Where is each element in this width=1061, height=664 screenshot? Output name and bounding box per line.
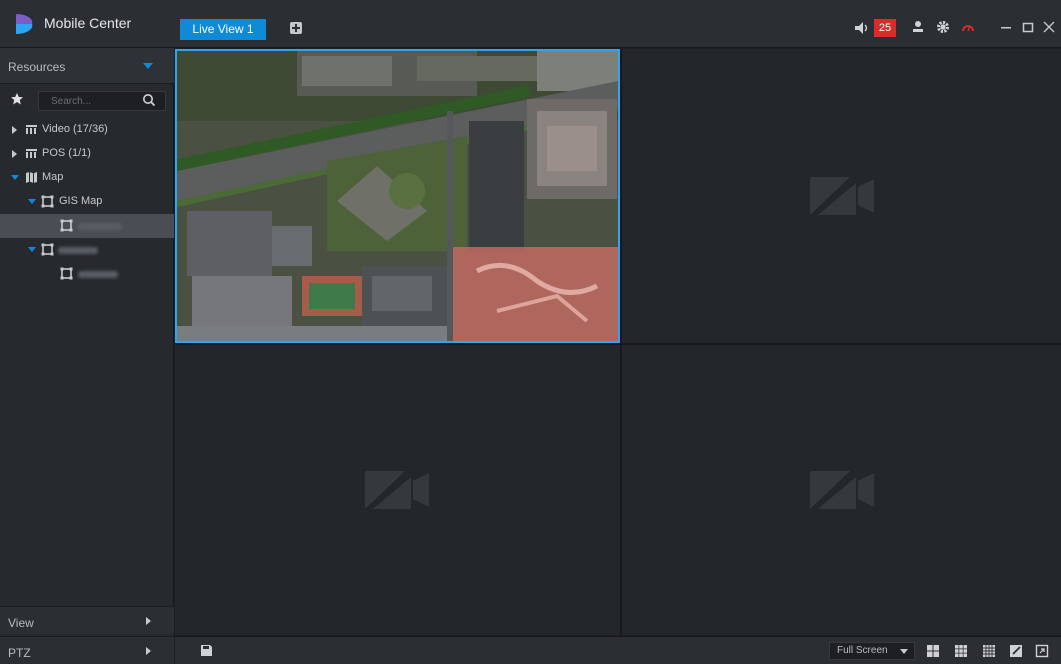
collapse-arrow-icon[interactable]	[28, 199, 36, 204]
maximize-icon[interactable]	[1022, 20, 1034, 34]
speaker-icon[interactable]	[855, 22, 871, 34]
map-node-icon	[60, 267, 73, 280]
pos-device-icon	[26, 149, 37, 158]
fullscreen-select-value: Full Screen	[837, 645, 888, 656]
redacted-label	[58, 247, 98, 254]
tree-item-label: Map	[42, 171, 64, 183]
resources-header[interactable]: Resources	[0, 48, 174, 84]
tree-item-map-child-selected[interactable]	[0, 214, 174, 238]
custom-layout-icon[interactable]	[1009, 644, 1023, 658]
alarm-count-badge[interactable]: 25	[874, 19, 896, 37]
no-video-camera-icon	[810, 177, 874, 215]
ptz-label: PTZ	[8, 646, 31, 660]
collapse-arrow-icon[interactable]	[28, 247, 36, 252]
add-tab-icon[interactable]	[290, 22, 302, 34]
resources-panel: Resources Video (17/36) POS (1/1)	[0, 48, 174, 664]
fullscreen-icon[interactable]	[1035, 644, 1049, 658]
tree-item-pos[interactable]: POS (1/1)	[0, 142, 174, 166]
layout-16-icon[interactable]	[982, 644, 996, 658]
close-icon[interactable]	[1043, 20, 1055, 34]
tree-item-video[interactable]: Video (17/36)	[0, 118, 174, 142]
layout-9-icon[interactable]	[954, 644, 968, 658]
resources-label: Resources	[8, 60, 66, 74]
map-node-icon	[41, 195, 54, 208]
map-icon	[26, 172, 37, 183]
tree-item-label: POS (1/1)	[42, 147, 91, 159]
tree-item-gis-map[interactable]: GIS Map	[0, 190, 174, 214]
tree-item-map[interactable]: Map	[0, 166, 174, 190]
ptz-section[interactable]: PTZ	[0, 636, 174, 664]
tab-live-view-1[interactable]: Live View 1	[180, 19, 266, 40]
collapse-arrow-icon[interactable]	[11, 175, 19, 180]
tree-item-label: GIS Map	[59, 195, 103, 207]
redacted-label	[78, 223, 122, 230]
view-label: View	[8, 616, 34, 630]
user-icon[interactable]	[911, 20, 925, 34]
chevron-down-icon	[900, 649, 908, 654]
chevron-right-icon[interactable]	[146, 647, 151, 655]
performance-gauge-icon[interactable]	[961, 21, 975, 33]
video-window-1[interactable]	[175, 49, 620, 343]
tree-item-map-child[interactable]	[0, 262, 174, 286]
star-icon[interactable]	[10, 92, 24, 106]
no-video-camera-icon	[365, 471, 429, 509]
gear-icon[interactable]	[936, 20, 950, 34]
redacted-label	[78, 271, 118, 278]
chevron-right-icon[interactable]	[146, 617, 151, 625]
chevron-down-icon[interactable]	[143, 63, 153, 69]
video-window-4[interactable]	[622, 345, 1061, 635]
view-section[interactable]: View	[0, 606, 174, 634]
expand-arrow-icon[interactable]	[12, 150, 17, 158]
app-logo-icon	[16, 14, 33, 34]
map-node-icon	[60, 219, 73, 232]
aerial-map-image	[177, 51, 618, 341]
bottom-toolbar: Full Screen	[175, 636, 1061, 664]
map-node-icon	[41, 243, 54, 256]
title-bar: Mobile Center Live View 1 25	[0, 0, 1061, 48]
layout-4-icon[interactable]	[926, 644, 940, 658]
minimize-icon[interactable]	[1000, 20, 1012, 34]
no-video-camera-icon	[810, 471, 874, 509]
video-window-2[interactable]	[622, 49, 1061, 343]
video-device-icon	[26, 125, 37, 134]
app-title: Mobile Center	[44, 15, 132, 31]
tree-item-label: Video (17/36)	[42, 123, 108, 135]
search-row	[8, 91, 166, 111]
expand-arrow-icon[interactable]	[12, 126, 17, 134]
fullscreen-select[interactable]: Full Screen	[829, 642, 915, 660]
tree-item-map-group[interactable]	[0, 238, 174, 262]
save-icon[interactable]	[200, 644, 213, 657]
search-icon[interactable]	[142, 93, 156, 107]
video-grid	[175, 49, 1061, 635]
video-window-3[interactable]	[175, 345, 620, 635]
